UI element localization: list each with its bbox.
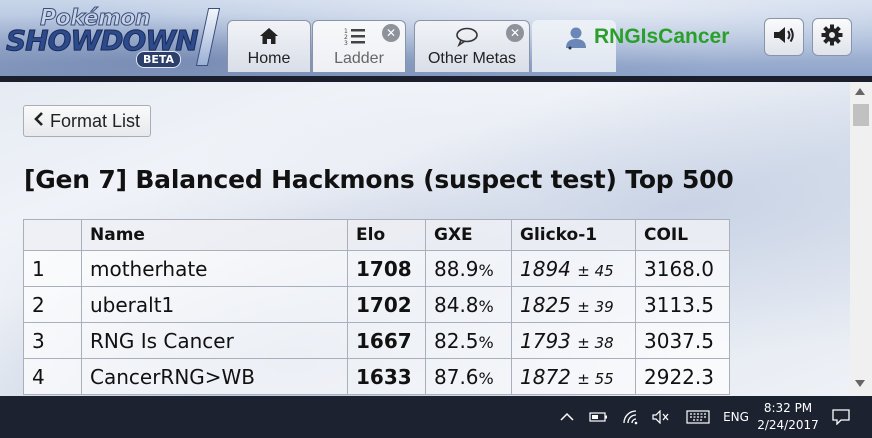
svg-text:3: 3 <box>344 40 348 47</box>
app-header: Pokémon SHOWDOWN BETA Home 1 2 3 ✕ Ladde… <box>0 0 872 76</box>
glicko-value: 1894 <box>520 256 571 281</box>
elo-cell: 1702 <box>347 286 426 323</box>
windows-taskbar: ENG 8:32 PM 2/24/2017 <box>0 396 872 438</box>
gxe-cell: 87.6% <box>425 358 512 395</box>
player-name-link[interactable]: RNG Is Cancer <box>81 322 348 359</box>
logo-slash-graphic <box>195 8 221 66</box>
gxe-value: 82.5 <box>434 328 479 353</box>
language-indicator[interactable]: ENG <box>718 396 754 438</box>
glicko-cell: 1793 ± 38 <box>511 322 636 359</box>
tab-home-label: Home <box>247 50 291 67</box>
table-header-row: Name Elo GXE Glicko-1 COIL <box>23 219 730 251</box>
tab-other-metas[interactable]: ✕ Other Metas <box>414 20 530 72</box>
system-clock[interactable]: 8:32 PM 2/24/2017 <box>752 396 824 438</box>
elo-cell: 1633 <box>347 358 426 395</box>
rank-cell: 4 <box>23 358 82 395</box>
coil-cell: 2922.3 <box>635 358 730 395</box>
elo-cell: 1708 <box>347 250 426 287</box>
header-rank <box>23 219 82 251</box>
gxe-cell: 82.5% <box>425 322 512 359</box>
gxe-unit: % <box>478 368 494 388</box>
glicko-value: 1872 <box>520 364 571 389</box>
clock-time: 8:32 PM <box>763 401 813 415</box>
gxe-value: 88.9 <box>434 256 479 281</box>
ladder-panel: Format List [Gen 7] Balanced Hackmons (s… <box>0 82 850 396</box>
gxe-unit: % <box>478 332 494 352</box>
header-coil: COIL <box>635 219 730 251</box>
scroll-up-arrow-icon[interactable] <box>855 88 865 95</box>
header-glicko: Glicko-1 <box>511 219 636 251</box>
action-center-icon[interactable] <box>826 396 856 438</box>
player-name-link[interactable]: motherhate <box>81 250 348 287</box>
chat-bubble-icon <box>455 27 479 51</box>
coil-cell: 3113.5 <box>635 286 730 323</box>
glicko-deviation: ± 38 <box>577 333 614 352</box>
table-row: 4 CancerRNG>WB 1633 87.6% 1872 ± 55 2922… <box>23 358 730 395</box>
logo-beta-badge: BETA <box>136 51 182 68</box>
gxe-unit: % <box>478 260 494 280</box>
header-gxe: GXE <box>425 219 512 251</box>
player-name-link[interactable]: CancerRNG>WB <box>81 358 348 395</box>
gxe-cell: 84.8% <box>425 286 512 323</box>
tab-other-metas-close-button[interactable]: ✕ <box>506 24 524 42</box>
chevron-left-icon <box>34 111 44 132</box>
glicko-deviation: ± 39 <box>577 297 614 316</box>
header-name: Name <box>81 219 348 251</box>
glicko-value: 1793 <box>520 328 571 353</box>
format-list-label: Format List <box>50 110 141 131</box>
tab-ladder-close-button[interactable]: ✕ <box>382 24 400 42</box>
format-list-button[interactable]: Format List <box>23 105 152 137</box>
tab-other-metas-label: Other Metas <box>427 50 517 67</box>
glicko-deviation: ± 45 <box>577 261 614 280</box>
gxe-value: 84.8 <box>434 292 479 317</box>
clock-date: 2/24/2017 <box>757 418 819 432</box>
tab-ladder[interactable]: 1 2 3 ✕ Ladder <box>312 20 406 72</box>
scroll-thumb[interactable] <box>853 104 869 126</box>
gxe-unit: % <box>478 296 494 316</box>
table-row: 1 motherhate 1708 88.9% 1894 ± 45 3168.0 <box>23 250 730 287</box>
gear-icon <box>821 24 843 50</box>
coil-cell: 3168.0 <box>635 250 730 287</box>
tab-ladder-label: Ladder <box>334 50 384 67</box>
rank-cell: 2 <box>23 286 82 323</box>
volume-muted-icon[interactable] <box>650 396 672 438</box>
ladder-list-icon: 1 2 3 <box>344 27 366 51</box>
rank-cell: 3 <box>23 322 82 359</box>
header-elo: Elo <box>347 219 426 251</box>
settings-button[interactable] <box>812 18 852 56</box>
username[interactable]: RNGIsCancer <box>594 25 729 49</box>
home-icon <box>259 27 279 49</box>
sound-button[interactable] <box>764 18 804 56</box>
rank-cell: 1 <box>23 250 82 287</box>
glicko-cell: 1894 ± 45 <box>511 250 636 287</box>
tab-home[interactable]: Home <box>227 20 311 72</box>
keyboard-icon[interactable] <box>684 396 712 438</box>
glicko-cell: 1825 ± 39 <box>511 286 636 323</box>
glicko-deviation: ± 55 <box>577 369 614 388</box>
speaker-icon <box>772 25 796 49</box>
coil-cell: 3037.5 <box>635 322 730 359</box>
scroll-down-arrow-icon[interactable] <box>855 380 865 387</box>
ladder-table: Name Elo GXE Glicko-1 COIL 1 motherhate … <box>23 219 730 395</box>
player-name-link[interactable]: uberalt1 <box>81 286 348 323</box>
battery-icon[interactable] <box>588 396 610 438</box>
table-row: 2 uberalt1 1702 84.8% 1825 ± 39 3113.5 <box>23 286 730 323</box>
gxe-value: 87.6 <box>434 364 479 389</box>
chevron-up-icon[interactable] <box>556 396 578 438</box>
pokemon-showdown-logo[interactable]: Pokémon SHOWDOWN BETA <box>6 4 222 68</box>
glicko-value: 1825 <box>520 292 571 317</box>
wifi-icon[interactable] <box>620 396 642 438</box>
gxe-cell: 88.9% <box>425 250 512 287</box>
page-title: [Gen 7] Balanced Hackmons (suspect test)… <box>24 165 734 194</box>
table-row: 3 RNG Is Cancer 1667 82.5% 1793 ± 38 303… <box>23 322 730 359</box>
user-icon[interactable] <box>564 26 586 54</box>
glicko-cell: 1872 ± 55 <box>511 358 636 395</box>
vertical-scrollbar[interactable] <box>850 82 872 396</box>
elo-cell: 1667 <box>347 322 426 359</box>
